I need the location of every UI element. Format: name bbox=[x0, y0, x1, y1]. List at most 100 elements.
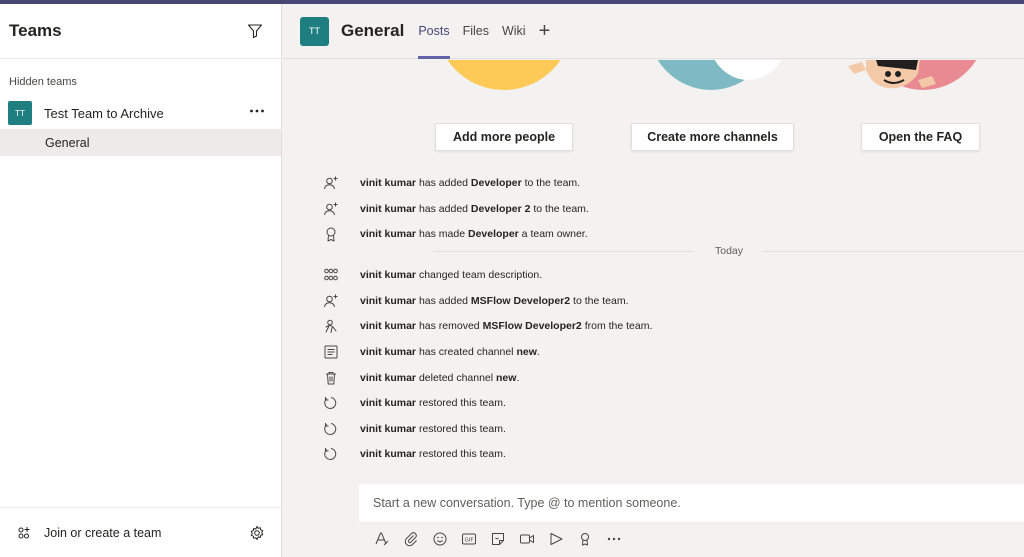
event-text: changed team description. bbox=[416, 269, 543, 281]
teams-sidebar: Teams Hidden teams TT Test Team to Archi… bbox=[0, 4, 282, 557]
activity-event: vinit kumar has made Developer a team ow… bbox=[323, 224, 588, 244]
event-text-end: to the team. bbox=[530, 203, 589, 215]
event-text: has added bbox=[416, 295, 471, 307]
event-actor: vinit kumar bbox=[360, 203, 417, 215]
event-target: MSFlow Developer2 bbox=[470, 295, 571, 307]
event-text: has added bbox=[416, 177, 471, 189]
team-item-test-team-to-archive[interactable]: TT Test Team to Archive bbox=[0, 97, 281, 129]
tab-files[interactable]: Files bbox=[463, 4, 489, 59]
add-tab-icon[interactable]: + bbox=[539, 21, 551, 41]
event-text-end: a team owner. bbox=[518, 228, 588, 240]
activity-event: vinit kumar restored this team. bbox=[323, 419, 506, 439]
event-text-end: . bbox=[536, 346, 540, 358]
team-description-icon bbox=[323, 267, 339, 283]
event-actor: vinit kumar bbox=[360, 320, 417, 332]
restore-icon bbox=[323, 395, 339, 411]
add-person-icon bbox=[323, 175, 339, 191]
remove-person-icon bbox=[323, 318, 339, 334]
date-divider-line-left bbox=[433, 251, 693, 252]
event-text: has made bbox=[416, 228, 468, 240]
new-conversation-input[interactable]: Start a new conversation. Type @ to ment… bbox=[359, 484, 1024, 523]
date-divider-label: Today bbox=[714, 245, 744, 257]
channel-team-avatar: TT bbox=[300, 16, 329, 46]
stream-icon[interactable] bbox=[546, 529, 566, 549]
event-target: Developer bbox=[467, 228, 519, 240]
restore-icon bbox=[323, 421, 339, 437]
sticker-icon[interactable] bbox=[488, 529, 508, 549]
sidebar-footer: Join or create a team bbox=[0, 507, 281, 557]
welcome-illustration-faq-character bbox=[848, 60, 938, 90]
add-person-icon bbox=[323, 293, 339, 309]
event-text-end: to the team. bbox=[521, 177, 581, 189]
activity-event: vinit kumar changed team description. bbox=[323, 265, 542, 285]
team-name: Test Team to Archive bbox=[44, 105, 164, 121]
team-avatar: TT bbox=[8, 101, 32, 125]
join-or-create-team-link[interactable]: Join or create a team bbox=[44, 526, 247, 540]
gif-icon[interactable]: GIF bbox=[459, 529, 479, 549]
channel-item-general[interactable]: General bbox=[0, 129, 281, 156]
event-actor: vinit kumar bbox=[360, 397, 417, 409]
meet-now-icon[interactable] bbox=[517, 529, 537, 549]
emoji-icon[interactable] bbox=[430, 529, 450, 549]
more-options-icon[interactable] bbox=[249, 103, 265, 124]
channel-header: TT General Posts Files Wiki + bbox=[283, 4, 1024, 59]
activity-event: vinit kumar has removed MSFlow Developer… bbox=[323, 316, 652, 336]
event-actor: vinit kumar bbox=[360, 346, 417, 358]
channel-icon bbox=[323, 344, 339, 360]
event-actor: vinit kumar bbox=[360, 269, 417, 281]
activity-event: vinit kumar deleted channel new. bbox=[323, 368, 519, 388]
activity-event: vinit kumar restored this team. bbox=[323, 444, 506, 464]
event-text: has added bbox=[416, 203, 471, 215]
event-text: restored this team. bbox=[416, 448, 506, 460]
event-actor: vinit kumar bbox=[360, 228, 417, 240]
event-text: restored this team. bbox=[416, 397, 506, 409]
event-actor: vinit kumar bbox=[360, 448, 417, 460]
tab-wiki[interactable]: Wiki bbox=[502, 4, 526, 59]
activity-event: vinit kumar has created channel new. bbox=[323, 342, 540, 362]
tab-posts[interactable]: Posts bbox=[418, 4, 450, 59]
event-target: new bbox=[516, 346, 537, 358]
activity-event: vinit kumar has added Developer to the t… bbox=[323, 173, 580, 193]
event-text-end: to the team. bbox=[570, 295, 629, 307]
event-target: Developer bbox=[470, 177, 522, 189]
event-text: has removed bbox=[416, 320, 483, 332]
svg-text:GIF: GIF bbox=[464, 538, 473, 544]
gear-icon[interactable] bbox=[247, 523, 267, 543]
sidebar-header: Teams bbox=[0, 4, 281, 59]
restore-icon bbox=[323, 446, 339, 462]
event-target: MSFlow Developer2 bbox=[482, 320, 582, 332]
conversation-area: Add more people Create more channels Ope… bbox=[283, 60, 1024, 557]
create-more-channels-button[interactable]: Create more channels bbox=[631, 123, 794, 151]
filter-icon[interactable] bbox=[245, 21, 265, 41]
event-target: Developer 2 bbox=[470, 203, 531, 215]
activity-event: vinit kumar has added Developer 2 to the… bbox=[323, 199, 589, 219]
event-text-end: . bbox=[516, 372, 520, 384]
activity-event: vinit kumar restored this team. bbox=[323, 393, 506, 413]
event-target: new bbox=[496, 372, 517, 384]
praise-icon[interactable] bbox=[575, 529, 595, 549]
hidden-teams-label: Hidden teams bbox=[9, 76, 77, 88]
add-team-icon bbox=[14, 523, 34, 543]
format-icon[interactable] bbox=[372, 529, 392, 549]
open-faq-button[interactable]: Open the FAQ bbox=[861, 123, 980, 151]
compose-toolbar: GIF bbox=[372, 529, 633, 549]
sidebar-title: Teams bbox=[9, 21, 62, 40]
event-text: has created channel bbox=[416, 346, 517, 358]
add-person-icon bbox=[323, 201, 339, 217]
event-text-end: from the team. bbox=[581, 320, 653, 332]
event-actor: vinit kumar bbox=[360, 423, 417, 435]
event-actor: vinit kumar bbox=[360, 295, 417, 307]
activity-event: vinit kumar has added MSFlow Developer2 … bbox=[323, 291, 629, 311]
trash-icon bbox=[323, 370, 339, 386]
add-more-people-button[interactable]: Add more people bbox=[435, 123, 573, 151]
event-actor: vinit kumar bbox=[360, 372, 417, 384]
event-text: deleted channel bbox=[416, 372, 497, 384]
channel-title: General bbox=[341, 21, 405, 40]
attach-icon[interactable] bbox=[401, 529, 421, 549]
more-options-icon[interactable] bbox=[604, 529, 624, 549]
event-text: restored this team. bbox=[416, 423, 506, 435]
date-divider-line-right bbox=[763, 251, 1024, 252]
event-actor: vinit kumar bbox=[360, 177, 417, 189]
welcome-illustration-people bbox=[435, 60, 573, 90]
owner-badge-icon bbox=[323, 226, 339, 242]
